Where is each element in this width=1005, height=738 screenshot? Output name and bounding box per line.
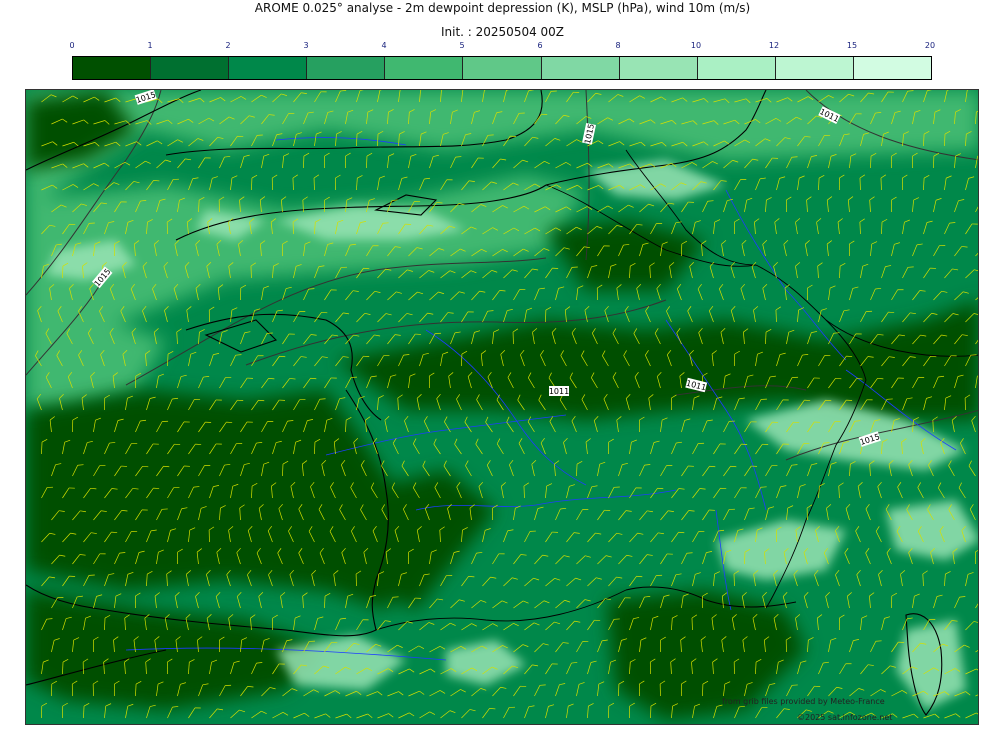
colorbar-segment [541,57,620,79]
colorbar-tick: 20 [924,41,936,50]
colorbar-tick-labels: 0 1 2 3 4 5 6 8 10 12 15 20 [69,41,936,53]
colorbar-tick: 6 [537,41,543,50]
colorbar-segment [151,57,230,79]
colorbar-segment [73,57,152,79]
data-source-credit: from grib files provided by Meteo-France [722,697,885,706]
colorbar-tick: 5 [459,41,465,50]
colorbar [72,56,932,80]
copyright-credit: ©2025 sat.infozone.net [797,713,893,722]
init-time: Init. : 20250504 00Z [440,25,565,39]
colorbar-tick: 4 [381,41,387,50]
colorbar-tick: 1 [147,41,153,50]
colorbar-tick: 0 [69,41,75,50]
colorbar-segment [307,57,386,79]
chart-title: AROME 0.025° analyse - 2m dewpoint depre… [254,1,751,15]
colorbar-tick: 10 [690,41,702,50]
colorbar-tick: 15 [846,41,858,50]
colorbar-tick: 2 [225,41,231,50]
colorbar-segment [853,57,932,79]
colorbar-segment [697,57,776,79]
colorbar-tick: 8 [615,41,621,50]
colorbar-tick: 3 [303,41,309,50]
colorbar-segment [463,57,542,79]
colorbar-tick: 12 [768,41,780,50]
colorbar-segment [775,57,854,79]
colorbar-segment [619,57,698,79]
isobar-label: 1011 [549,386,569,396]
colorbar-segment [385,57,464,79]
weather-map: 1015 1015 1011 1015 1011 1011 1015 [26,90,978,724]
colorbar-segment [229,57,308,79]
svg-text:1011: 1011 [549,387,569,396]
map-panel: 1015 1015 1011 1015 1011 1011 1015 [25,89,979,725]
